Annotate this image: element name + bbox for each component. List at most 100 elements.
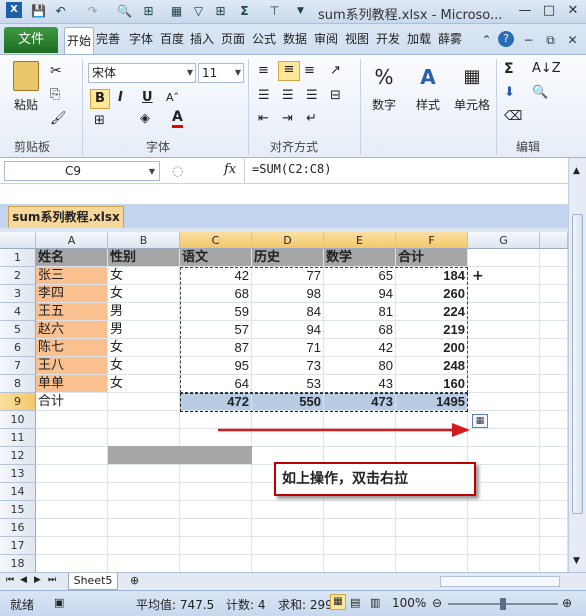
zoom-slider-thumb[interactable] <box>500 598 506 610</box>
table-cell[interactable] <box>540 249 568 267</box>
row-header[interactable]: 2 <box>0 267 36 285</box>
table-cell[interactable] <box>468 303 540 321</box>
copy-icon[interactable]: ⎘ <box>50 87 60 103</box>
border-icon[interactable]: ⊞ <box>140 3 157 20</box>
align-top-icon[interactable]: ≡ <box>258 63 269 79</box>
table-cell[interactable] <box>324 555 396 573</box>
doc-close-icon[interactable]: ✕ <box>564 32 581 49</box>
table-cell[interactable] <box>36 429 108 447</box>
table-cell[interactable] <box>36 465 108 483</box>
table-cell[interactable]: 历史 <box>252 249 324 267</box>
table-cell[interactable] <box>180 519 252 537</box>
normal-view-icon[interactable]: ▦ <box>330 594 346 610</box>
table-cell[interactable] <box>36 447 108 465</box>
table-cell[interactable] <box>108 411 180 429</box>
sort-filter-icon[interactable]: A↓Z <box>532 61 561 77</box>
table-cell[interactable] <box>540 447 568 465</box>
table-cell[interactable]: 赵六 <box>36 321 108 339</box>
grow-font-icon[interactable]: A˄ <box>166 90 179 106</box>
table-cell[interactable] <box>468 357 540 375</box>
file-tab[interactable]: 文件 <box>4 27 58 53</box>
align-bottom-icon[interactable]: ≡ <box>304 63 315 79</box>
horizontal-scrollbar[interactable] <box>440 576 560 587</box>
table-cell[interactable] <box>396 555 468 573</box>
cut-icon[interactable]: ✂ <box>50 63 62 79</box>
row-header[interactable]: 5 <box>0 321 36 339</box>
table-cell[interactable] <box>468 339 540 357</box>
table-cell[interactable] <box>468 321 540 339</box>
tab-wanshan[interactable]: 完善 <box>96 30 120 47</box>
table-cell[interactable] <box>540 429 568 447</box>
table-cell[interactable]: 张三 <box>36 267 108 285</box>
table-cell[interactable] <box>540 375 568 393</box>
table-cell[interactable] <box>540 267 568 285</box>
table-cell[interactable] <box>468 555 540 573</box>
table-cell[interactable]: 女 <box>108 339 180 357</box>
decrease-indent-icon[interactable]: ⇤ <box>258 111 269 127</box>
row-header[interactable]: 17 <box>0 537 36 555</box>
table-cell[interactable] <box>540 393 568 411</box>
tab-xuewu[interactable]: 薛雾 <box>438 30 462 47</box>
table-cell[interactable]: 李四 <box>36 285 108 303</box>
table-cell[interactable] <box>36 519 108 537</box>
row-header[interactable]: 13 <box>0 465 36 483</box>
col-header-d[interactable]: D <box>252 232 324 249</box>
workbook-tab[interactable]: sum系列教程.xlsx <box>8 206 124 228</box>
align-icon[interactable]: ⊤ <box>266 3 283 20</box>
col-header-c[interactable]: C <box>180 232 252 249</box>
orientation-icon[interactable]: ↗ <box>330 63 341 79</box>
table-cell[interactable] <box>468 501 540 519</box>
doc-minimize-icon[interactable]: − <box>520 32 537 49</box>
table-cell[interactable] <box>252 501 324 519</box>
align-center-icon[interactable]: ☰ <box>282 88 294 104</box>
table-cell[interactable] <box>468 483 540 501</box>
align-right-icon[interactable]: ☰ <box>306 88 318 104</box>
table-cell[interactable] <box>540 537 568 555</box>
table-cell[interactable] <box>180 501 252 519</box>
tab-developer[interactable]: 开发 <box>376 30 400 47</box>
formula-input[interactable]: =SUM(C2:C8) <box>252 162 331 176</box>
autosum-button[interactable]: Σ <box>504 61 514 77</box>
tab-insert[interactable]: 插入 <box>190 30 214 47</box>
table-cell[interactable] <box>540 285 568 303</box>
table-cell[interactable]: 姓名 <box>36 249 108 267</box>
styles-button[interactable]: A 样式 <box>410 61 446 113</box>
table-cell[interactable]: 男 <box>108 321 180 339</box>
cells-button[interactable]: ▦ 单元格 <box>452 61 492 113</box>
table-cell[interactable]: 陈七 <box>36 339 108 357</box>
table-cell[interactable] <box>108 555 180 573</box>
table-icon[interactable]: ⊞ <box>212 3 229 20</box>
table-cell[interactable] <box>540 321 568 339</box>
table-cell[interactable]: 数学 <box>324 249 396 267</box>
tab-view[interactable]: 视图 <box>345 30 369 47</box>
tab-review[interactable]: 审阅 <box>314 30 338 47</box>
table-cell[interactable]: 王八 <box>36 357 108 375</box>
row-header[interactable]: 4 <box>0 303 36 321</box>
vertical-scrollbar[interactable]: ▲ ▼ <box>568 158 586 572</box>
clear-icon[interactable]: ⌫ <box>504 109 522 125</box>
fill-color-icon[interactable]: ◈ <box>140 111 150 127</box>
row-header[interactable]: 16 <box>0 519 36 537</box>
row-header[interactable]: 3 <box>0 285 36 303</box>
next-sheet-icon[interactable]: ▶ <box>34 575 41 585</box>
format-painter-icon[interactable]: 🖌 <box>50 111 67 127</box>
autosum-icon[interactable]: Σ <box>236 3 253 20</box>
number-format-button[interactable]: % 数字 <box>366 61 402 113</box>
table-cell[interactable]: 王五 <box>36 303 108 321</box>
fill-icon[interactable]: ⬇ <box>504 85 515 101</box>
close-button[interactable]: ✕ <box>562 2 584 20</box>
table-cell[interactable] <box>468 447 540 465</box>
page-layout-view-icon[interactable]: ▤ <box>350 596 360 609</box>
table-cell[interactable] <box>108 519 180 537</box>
table-cell[interactable] <box>540 519 568 537</box>
macro-record-icon[interactable]: ▣ <box>54 596 64 609</box>
help-icon[interactable]: ? <box>498 31 514 47</box>
redo-icon[interactable]: ↷ <box>84 3 101 20</box>
table-cell[interactable]: 单单 <box>36 375 108 393</box>
table-cell[interactable] <box>180 537 252 555</box>
row-header[interactable]: 8 <box>0 375 36 393</box>
table-cell[interactable] <box>468 375 540 393</box>
prev-sheet-icon[interactable]: ◀ <box>20 575 27 585</box>
row-header[interactable]: 6 <box>0 339 36 357</box>
table-cell[interactable] <box>36 537 108 555</box>
